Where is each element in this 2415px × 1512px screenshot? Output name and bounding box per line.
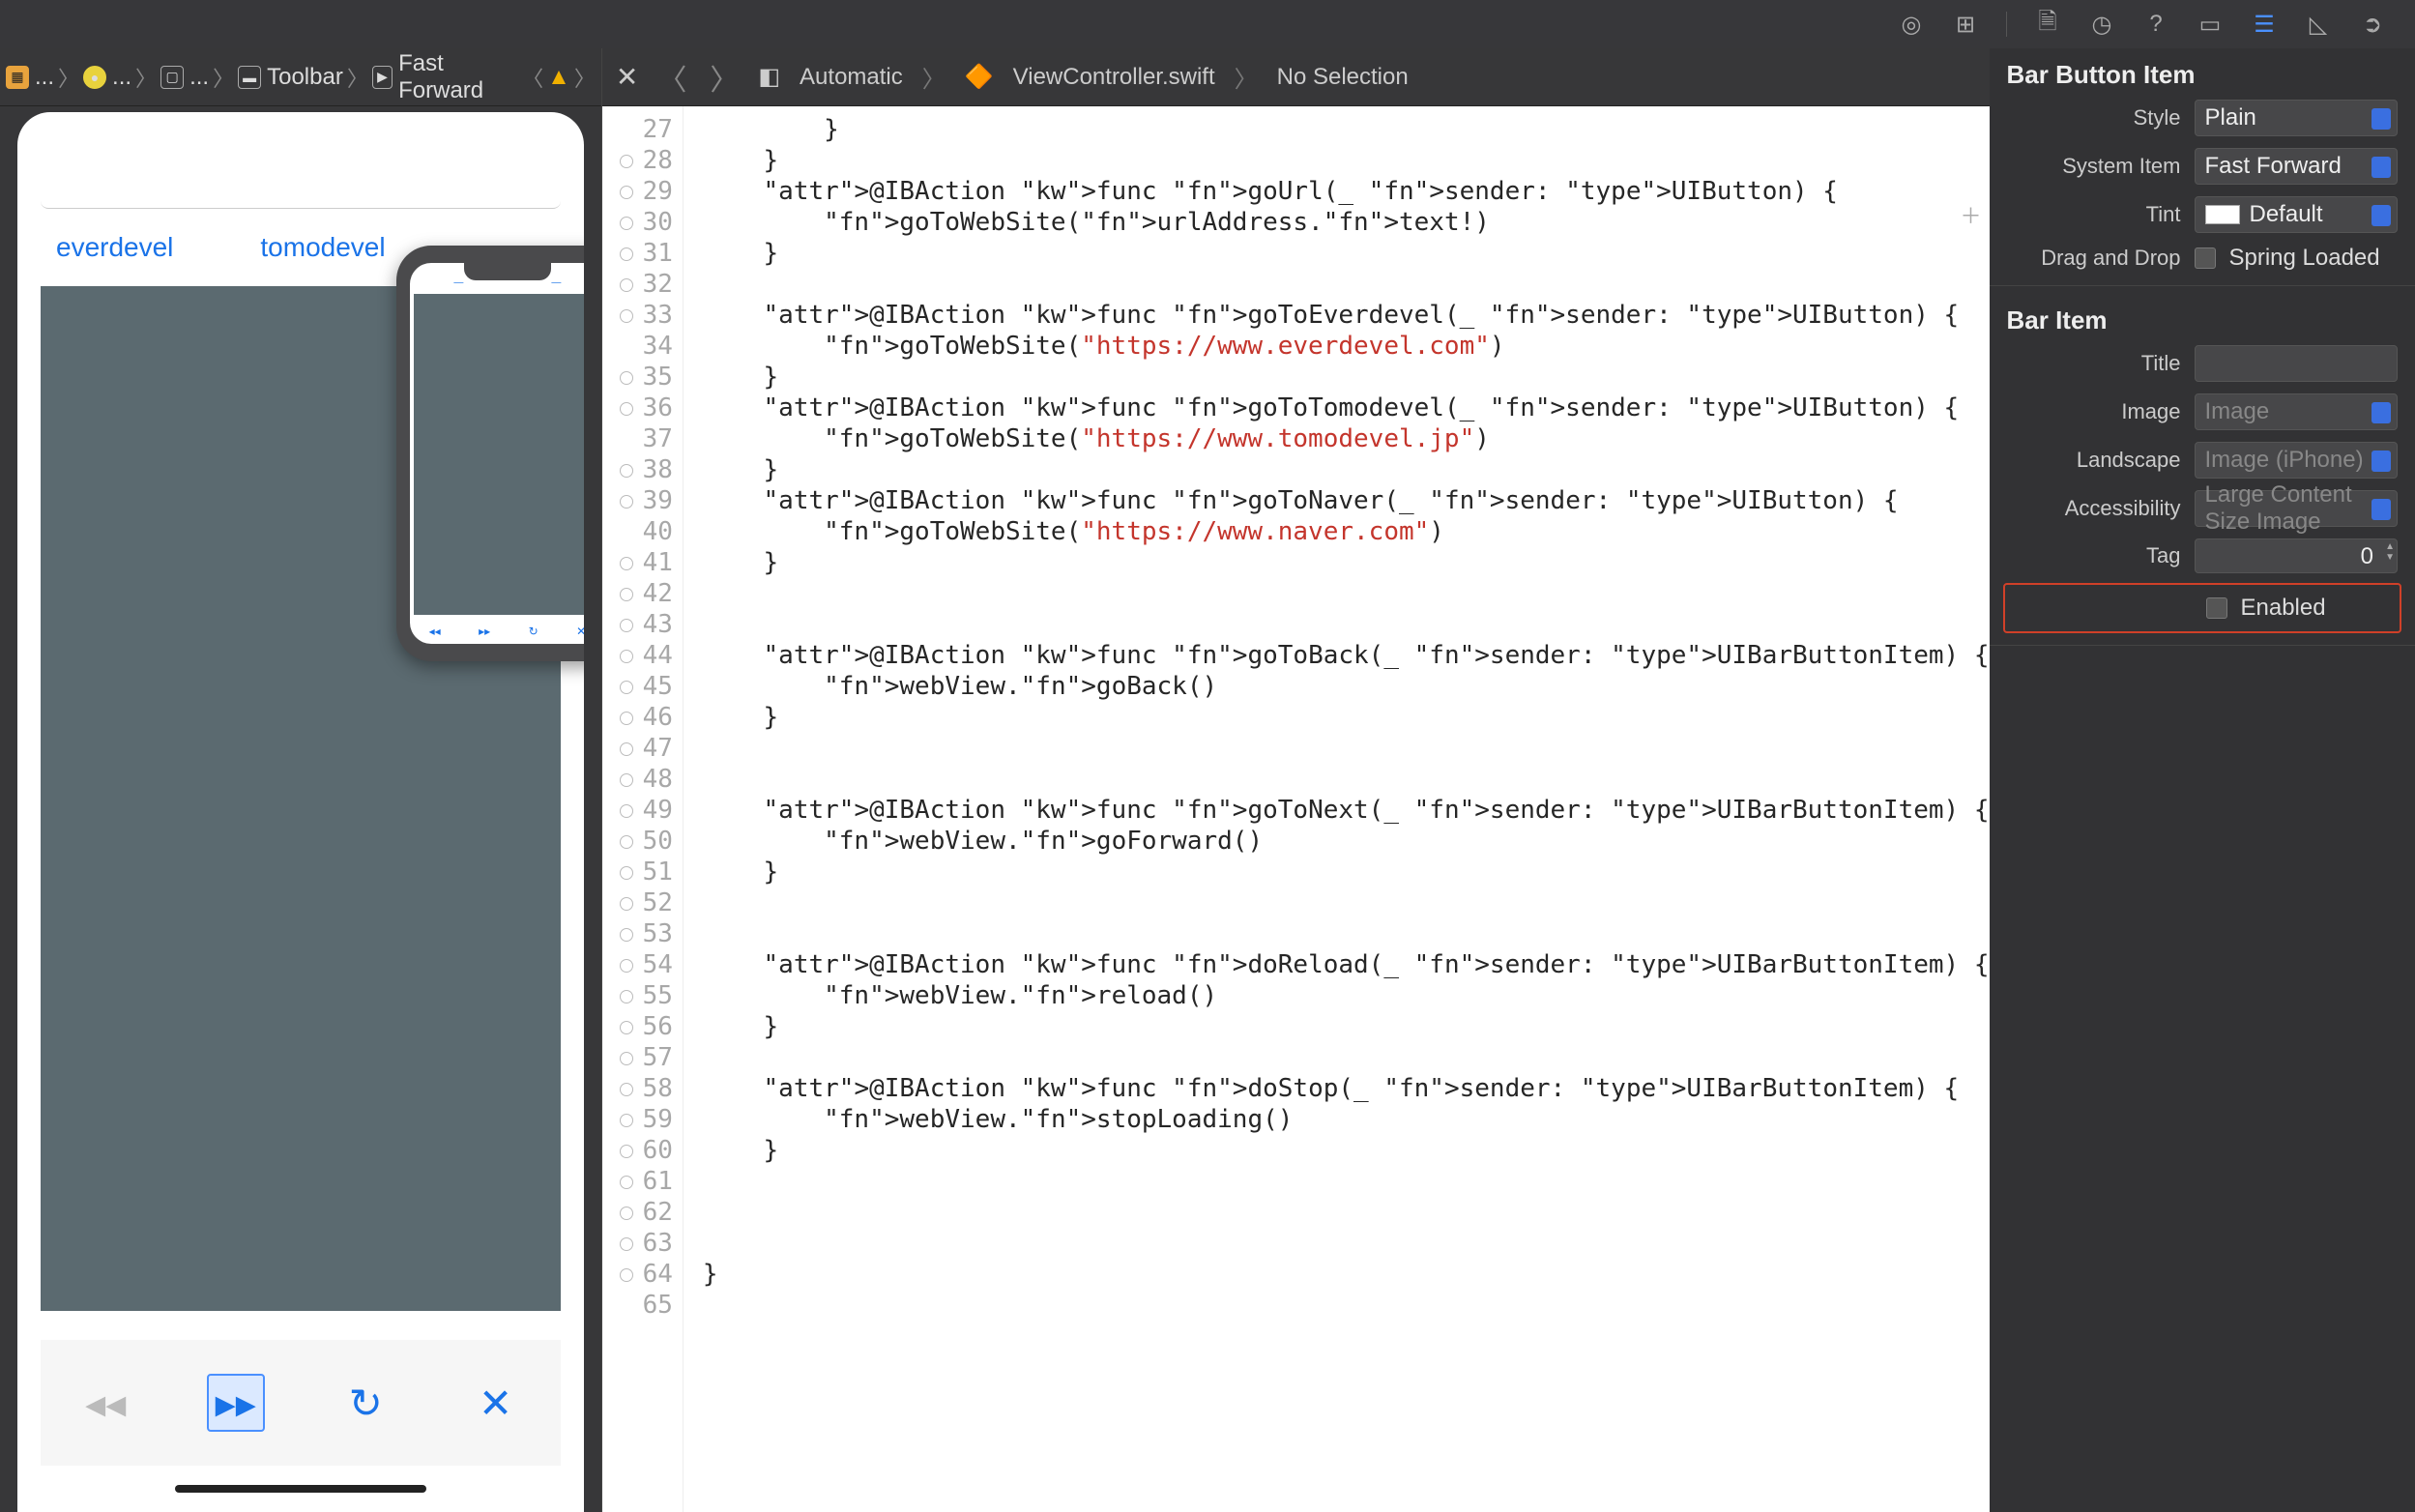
system-item-label: System Item <box>2007 154 2181 179</box>
chevron-right-icon: 〉 <box>922 60 946 94</box>
device-notch <box>464 263 551 280</box>
accessibility-popup[interactable]: Large Content Size Image <box>2195 490 2399 527</box>
crumb-automatic[interactable]: Automatic <box>800 64 903 91</box>
ib-breadcrumb[interactable]: ▦... 〉 ●... 〉 ▢... 〉 ▬Toolbar 〉 ▶Fast Fo… <box>0 48 601 106</box>
add-attribute-icon[interactable]: ＋ <box>1961 199 1982 230</box>
line-gutter[interactable]: 27 28 29 30 31 32 33 34 35 36 37 38 39 4… <box>602 106 684 1512</box>
fast-forward-button[interactable]: ▸▸ <box>207 1374 265 1432</box>
reload-button[interactable]: ↻ <box>336 1374 394 1432</box>
chevron-right-icon: 〉 <box>347 62 368 93</box>
help-tab-icon[interactable]: ? <box>2142 11 2169 38</box>
landscape-popup[interactable]: Image (iPhone) <box>2195 442 2399 479</box>
mini-toolbar: ◂◂▸▸↻✕ <box>410 619 584 644</box>
file-tab-icon[interactable]: 🗎 <box>2034 11 2061 38</box>
crumb-selection[interactable]: No Selection <box>1277 64 1409 91</box>
chevron-right-icon: 〉 <box>1235 60 1258 94</box>
chevron-right-icon: 〉 <box>213 62 234 93</box>
identity-tab-icon[interactable]: ▭ <box>2197 11 2224 38</box>
editor-breadcrumb: ✕ 〈 〉 ◧ Automatic 〉 🔶 ViewController.swi… <box>602 48 1990 106</box>
attributes-tab-icon[interactable]: ☰ <box>2251 11 2278 38</box>
tint-popup[interactable]: Default <box>2195 196 2399 233</box>
code-editor: ✕ 〈 〉 ◧ Automatic 〉 🔶 ViewController.swi… <box>601 48 1990 1512</box>
stop-button[interactable]: ✕ <box>467 1374 525 1432</box>
mini-webview <box>414 294 584 615</box>
home-indicator <box>175 1485 426 1493</box>
accessibility-label: Accessibility <box>2007 496 2181 521</box>
crumb-item[interactable]: ●... <box>83 64 131 91</box>
everdevel-link[interactable]: everdevel <box>56 232 173 263</box>
code-area[interactable]: 27 28 29 30 31 32 33 34 35 36 37 38 39 4… <box>602 106 1990 1512</box>
connections-tab-icon[interactable]: ➲ <box>2359 11 2386 38</box>
system-item-popup[interactable]: Fast Forward <box>2195 148 2399 185</box>
tag-stepper[interactable]: ▲▼ <box>2377 541 2395 570</box>
storyboard-canvas[interactable]: everdevel tomodevel ―― ◂◂▸▸↻✕ ◂◂ ▸▸ ↻ ✕ <box>17 112 584 1512</box>
image-popup[interactable]: Image <box>2195 393 2399 430</box>
drag-drop-label: Drag and Drop <box>2007 246 2181 271</box>
section-divider <box>1990 285 2415 286</box>
review-icon[interactable]: ◎ <box>1898 11 1925 38</box>
crumb-file[interactable]: ViewController.swift <box>1013 64 1215 91</box>
swift-file-icon: 🔶 <box>965 63 994 91</box>
style-label: Style <box>2007 105 2181 131</box>
history-tab-icon[interactable]: ◷ <box>2088 11 2115 38</box>
source-text[interactable]: } } "attr">@IBAction "kw">func "fn">goUr… <box>684 106 1990 1512</box>
preview-device[interactable]: ―― ◂◂▸▸↻✕ <box>396 246 584 661</box>
tint-label: Tint <box>2007 202 2181 227</box>
tomodevel-link[interactable]: tomodevel <box>260 232 385 263</box>
spring-loaded-label: Spring Loaded <box>2229 245 2380 272</box>
section-divider <box>1990 645 2415 646</box>
section-bar-button-item: Bar Button Item <box>1990 48 2415 94</box>
add-panel-icon[interactable]: ⊞ <box>1952 11 1979 38</box>
rewind-button[interactable]: ◂◂ <box>76 1374 134 1432</box>
nav-back-icon[interactable]: 〈 <box>657 56 686 99</box>
title-label: Title <box>2007 351 2181 376</box>
enabled-checkbox[interactable] <box>2206 597 2227 619</box>
size-tab-icon[interactable]: ◺ <box>2305 11 2332 38</box>
chevron-left-icon: 〈 <box>522 62 543 93</box>
close-tab-icon[interactable]: ✕ <box>616 61 638 93</box>
interface-builder-panel: ▦... 〉 ●... 〉 ▢... 〉 ▬Toolbar 〉 ▶Fast Fo… <box>0 48 601 1512</box>
bottom-toolbar: ◂◂ ▸▸ ↻ ✕ <box>41 1340 561 1466</box>
chevron-right-icon: 〉 <box>574 62 596 93</box>
chevron-right-icon: 〉 <box>135 62 157 93</box>
tag-field[interactable]: 0▲▼ <box>2195 538 2399 573</box>
automatic-icon[interactable]: ◧ <box>758 63 780 91</box>
title-field[interactable] <box>2195 345 2399 382</box>
image-label: Image <box>2007 399 2181 424</box>
webview-placeholder: ―― ◂◂▸▸↻✕ <box>41 286 561 1311</box>
chevron-right-icon: 〉 <box>58 62 79 93</box>
enabled-label: Enabled <box>2241 595 2326 622</box>
crumb-item[interactable]: ▢... <box>160 64 209 91</box>
window-toolbar: ◎ ⊞ 🗎 ◷ ? ▭ ☰ ◺ ➲ <box>0 0 2415 48</box>
crumb-toolbar[interactable]: ▬Toolbar <box>238 64 343 91</box>
spring-loaded-checkbox[interactable] <box>2195 247 2216 269</box>
nav-forward-icon[interactable]: 〉 <box>710 56 739 99</box>
warning-icon[interactable]: ▲ <box>547 64 570 91</box>
crumb-fast-forward[interactable]: ▶Fast Forward <box>372 50 518 104</box>
toolbar-divider <box>2006 12 2007 37</box>
style-popup[interactable]: Plain <box>2195 100 2399 136</box>
address-field[interactable] <box>41 160 561 209</box>
attributes-inspector: Bar Button Item Style Plain System Item … <box>1990 48 2415 1512</box>
landscape-label: Landscape <box>2007 448 2181 473</box>
crumb-item[interactable]: ▦... <box>6 64 54 91</box>
section-bar-item: Bar Item <box>1990 294 2415 339</box>
tag-label: Tag <box>2007 543 2181 568</box>
